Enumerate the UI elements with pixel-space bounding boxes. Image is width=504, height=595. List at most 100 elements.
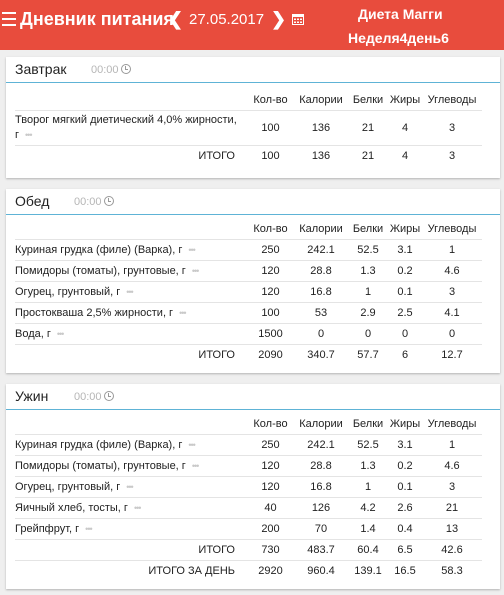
column-header: Белки: [352, 94, 384, 106]
calories-cell: 242.1: [294, 434, 348, 456]
protein-cell: 1: [348, 476, 388, 498]
food-name[interactable]: Грейпфрут, г •••: [15, 518, 247, 540]
hamburger-menu-icon[interactable]: [2, 12, 16, 26]
column-header: Кол-во: [253, 418, 288, 430]
chevron-left-icon[interactable]: ❮: [168, 9, 183, 30]
table-row[interactable]: Яичный хлеб, тосты, г ••• 40 126 4.2 2.6 …: [15, 497, 482, 519]
more-options-icon[interactable]: •••: [192, 266, 200, 276]
column-header: Калории: [299, 418, 343, 430]
more-options-icon[interactable]: •••: [126, 287, 134, 297]
more-options-icon[interactable]: •••: [192, 461, 200, 471]
clock-icon: [120, 64, 131, 74]
day-total-carbs: 58.3: [422, 560, 482, 581]
meal-total-row: ИТОГО 100 136 21 4 3: [15, 145, 482, 166]
fat-cell: 0: [388, 323, 422, 345]
total-qty: 2090: [247, 344, 294, 365]
table-row[interactable]: Огурец, грунтовый, г ••• 120 16.8 1 0.1 3: [15, 281, 482, 303]
meal-total-row: ИТОГО 2090 340.7 57.7 6 12.7: [15, 344, 482, 365]
day-total-protein: 139.1: [348, 560, 388, 581]
qty-cell: 100: [247, 110, 294, 146]
more-options-icon[interactable]: •••: [188, 245, 196, 255]
more-options-icon[interactable]: •••: [25, 130, 33, 140]
table-row[interactable]: Помидоры (томаты), грунтовые, г ••• 120 2…: [15, 260, 482, 282]
total-fat: 6: [388, 344, 422, 365]
meal-time[interactable]: 00:00: [74, 391, 114, 403]
qty-cell: 40: [247, 497, 294, 519]
fat-cell: 0.2: [388, 260, 422, 282]
meal-header: Обед 00:00: [6, 189, 500, 215]
clock-icon: [103, 196, 114, 206]
food-table: Кол-во Калории Белки Жиры Углеводы Творо…: [15, 90, 482, 166]
food-name[interactable]: Вода, г •••: [15, 323, 247, 345]
meal-card-lunch: Обед 00:00 Кол-во Калории Белки Жиры Угл…: [6, 189, 500, 373]
carbs-cell: 3: [422, 476, 482, 498]
carbs-cell: 4.1: [422, 302, 482, 324]
table-row[interactable]: Вода, г ••• 1500 0 0 0 0: [15, 323, 482, 345]
table-row[interactable]: Куриная грудка (филе) (Варка), г ••• 250 …: [15, 434, 482, 456]
column-header: Жиры: [389, 94, 421, 106]
table-row[interactable]: Помидоры (томаты), грунтовые, г ••• 120 2…: [15, 455, 482, 477]
chevron-right-icon[interactable]: ❯: [271, 9, 286, 30]
food-name[interactable]: Яичный хлеб, тосты, г •••: [15, 497, 247, 519]
total-calories: 483.7: [294, 539, 348, 561]
carbs-cell: 13: [422, 518, 482, 540]
meal-card-dinner: Ужин 00:00 Кол-во Калории Белки Жиры Угл…: [6, 384, 500, 589]
total-label: ИТОГО: [15, 539, 247, 561]
total-fat: 6.5: [388, 539, 422, 561]
food-name[interactable]: Огурец, грунтовый, г •••: [15, 476, 247, 498]
food-name[interactable]: Помидоры (томаты), грунтовые, г •••: [15, 455, 247, 477]
top-bar: Дневник питания ❮ 27.05.2017 ❯ Диета Маг…: [0, 0, 504, 50]
table-row[interactable]: Огурец, грунтовый, г ••• 120 16.8 1 0.1 3: [15, 476, 482, 498]
table-row[interactable]: Простокваша 2,5% жирности, г ••• 100 53 2…: [15, 302, 482, 324]
table-header-row: Кол-во Калории Белки Жиры Углеводы: [15, 219, 482, 240]
calories-cell: 16.8: [294, 476, 348, 498]
food-name[interactable]: Творог мягкий диетический 4,0% жирности,…: [15, 110, 247, 146]
table-row[interactable]: Куриная грудка (филе) (Варка), г ••• 250 …: [15, 239, 482, 261]
meal-name: Завтрак: [15, 61, 67, 77]
carbs-cell: 3: [422, 281, 482, 303]
fat-cell: 4: [388, 110, 422, 146]
more-options-icon[interactable]: •••: [134, 503, 142, 513]
qty-cell: 250: [247, 434, 294, 456]
meal-time[interactable]: 00:00: [74, 196, 114, 208]
calories-cell: 136: [294, 110, 348, 146]
calories-cell: 28.8: [294, 260, 348, 282]
meal-header: Ужин 00:00: [6, 384, 500, 410]
day-total-fat: 16.5: [388, 560, 422, 581]
protein-cell: 1.3: [348, 260, 388, 282]
fat-cell: 0.1: [388, 476, 422, 498]
current-date[interactable]: 27.05.2017: [189, 11, 264, 28]
meal-time[interactable]: 00:00: [91, 64, 131, 76]
diet-week-day: Неделя4день6: [348, 30, 449, 46]
meal-header: Завтрак 00:00: [6, 57, 500, 83]
calories-cell: 242.1: [294, 239, 348, 261]
clock-icon: [103, 391, 114, 401]
table-row[interactable]: Грейпфрут, г ••• 200 70 1.4 0.4 13: [15, 518, 482, 540]
food-table: Кол-во Калории Белки Жиры Углеводы Курин…: [15, 219, 482, 365]
more-options-icon[interactable]: •••: [57, 329, 65, 339]
column-header: Кол-во: [253, 94, 288, 106]
food-name[interactable]: Куриная грудка (филе) (Варка), г •••: [15, 239, 247, 261]
calendar-icon[interactable]: [292, 13, 304, 25]
day-total-label: ИТОГО ЗА ДЕНЬ: [15, 560, 247, 581]
more-options-icon[interactable]: •••: [188, 440, 196, 450]
carbs-cell: 4.6: [422, 455, 482, 477]
food-name[interactable]: Огурец, грунтовый, г •••: [15, 281, 247, 303]
qty-cell: 120: [247, 455, 294, 477]
carbs-cell: 3: [422, 110, 482, 146]
calories-cell: 126: [294, 497, 348, 519]
food-name[interactable]: Помидоры (томаты), грунтовые, г •••: [15, 260, 247, 282]
qty-cell: 120: [247, 476, 294, 498]
food-name[interactable]: Куриная грудка (филе) (Варка), г •••: [15, 434, 247, 456]
more-options-icon[interactable]: •••: [126, 482, 134, 492]
table-header-row: Кол-во Калории Белки Жиры Углеводы: [15, 414, 482, 435]
total-label: ИТОГО: [15, 145, 247, 166]
more-options-icon[interactable]: •••: [179, 308, 187, 318]
carbs-cell: 21: [422, 497, 482, 519]
fat-cell: 3.1: [388, 434, 422, 456]
total-protein: 57.7: [348, 344, 388, 365]
table-row[interactable]: Творог мягкий диетический 4,0% жирности,…: [15, 110, 482, 146]
food-name[interactable]: Простокваша 2,5% жирности, г •••: [15, 302, 247, 324]
meal-total-row: ИТОГО 730 483.7 60.4 6.5 42.6: [15, 539, 482, 561]
more-options-icon[interactable]: •••: [85, 524, 93, 534]
